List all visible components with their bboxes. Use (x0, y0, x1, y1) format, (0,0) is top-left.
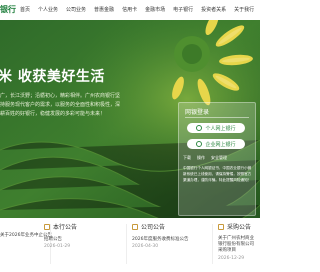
corporate-online-banking-button[interactable]: 企业网上银行 (187, 139, 245, 149)
notice-date: 2026-04-30 (132, 244, 159, 249)
online-banking-login-panel: 网银登录 个人网上银行 企业网上银行 下载 操作 安全管理 中国银行个人网银证书… (178, 102, 256, 216)
nav-about-us[interactable]: 关于我行 (234, 6, 254, 13)
corporate-online-banking-label: 企业网上银行 (205, 141, 236, 148)
announcement-bar: 关于2026年业务中止公告 本行公告 招聘公告 2026-01-29 公司公告 … (0, 218, 260, 272)
nav-credit-card[interactable]: 信用卡 (122, 6, 137, 13)
column-divider (126, 224, 127, 264)
hero-intro-text: 广，长江沃野；沿循初心，精彩相伴。广州农商银行坚持服务现代客户的需求，以服务的全… (0, 93, 121, 117)
notice-icon (132, 223, 138, 230)
notice-date: 2026-01-29 (44, 244, 71, 249)
login-panel-title: 网银登录 (185, 109, 210, 116)
user-icon (196, 125, 203, 131)
nav-investor-relations[interactable]: 投资者关系 (201, 6, 226, 13)
notice-column-title[interactable]: 采购公告 (227, 222, 251, 231)
notice-icon (218, 223, 224, 230)
notice-column-procurement: 采购公告 关于广州农村商业银行股份有限公司采购项目 2026-12-29 (218, 222, 260, 261)
main-nav: 首页 个人业务 公司业务 普惠金融 信用卡 金融市场 电子银行 投资者关系 关于… (20, 6, 254, 13)
bank-logo-text[interactable]: 银行 (0, 4, 16, 15)
top-navigation-bar: 银行 首页 个人业务 公司业务 普惠金融 信用卡 金融市场 电子银行 投资者关系… (0, 0, 260, 21)
hero-headline: 米 收获美好生活 (0, 69, 105, 85)
login-help-links: 下载 操作 安全管理 (183, 155, 227, 161)
download-link[interactable]: 下载 (183, 155, 191, 161)
notice-item[interactable]: 关于广州农村商业银行股份有限公司采购项目 (218, 236, 258, 254)
column-divider (212, 224, 213, 264)
nav-personal-business[interactable]: 个人业务 (38, 6, 58, 13)
notice-item[interactable]: 关于2026年业务中止公告 (0, 232, 52, 238)
building-icon (196, 141, 203, 147)
nav-inclusive-finance[interactable]: 普惠金融 (94, 6, 114, 13)
security-management-link[interactable]: 安全管理 (211, 155, 227, 161)
notice-icon (44, 223, 50, 230)
login-security-notice: 中国银行个人网银证书、中国农业银行小微新系统已上线使用，请保持警惕，按照官方渠道… (183, 166, 252, 182)
hero-banner: 米 收获美好生活 广，长江沃野；沿循初心，精彩相伴。广州农商银行坚持服务现代客户… (0, 20, 260, 218)
nav-corporate-business[interactable]: 公司业务 (66, 6, 86, 13)
nav-e-banking[interactable]: 电子银行 (173, 6, 193, 13)
personal-online-banking-button[interactable]: 个人网上银行 (187, 123, 245, 133)
notice-column-company: 公司公告 2026年度服务收费标准公告 2026-04-30 (132, 222, 196, 249)
notice-item[interactable]: 招聘公告 (44, 236, 104, 242)
personal-online-banking-label: 个人网上银行 (205, 125, 236, 132)
nav-home[interactable]: 首页 (20, 6, 30, 13)
operation-guide-link[interactable]: 操作 (197, 155, 205, 161)
notice-column-title[interactable]: 公司公告 (141, 222, 165, 231)
notice-item[interactable]: 2026年度服务收费标准公告 (132, 236, 196, 242)
notice-column-bank: 本行公告 招聘公告 2026-01-29 (44, 222, 104, 249)
notice-date: 2026-12-29 (218, 256, 245, 261)
notice-column-1: 关于2026年业务中止公告 (0, 222, 52, 238)
notice-column-title[interactable]: 本行公告 (53, 222, 77, 231)
login-title-divider (185, 117, 249, 118)
nav-financial-markets[interactable]: 金融市场 (145, 6, 165, 13)
